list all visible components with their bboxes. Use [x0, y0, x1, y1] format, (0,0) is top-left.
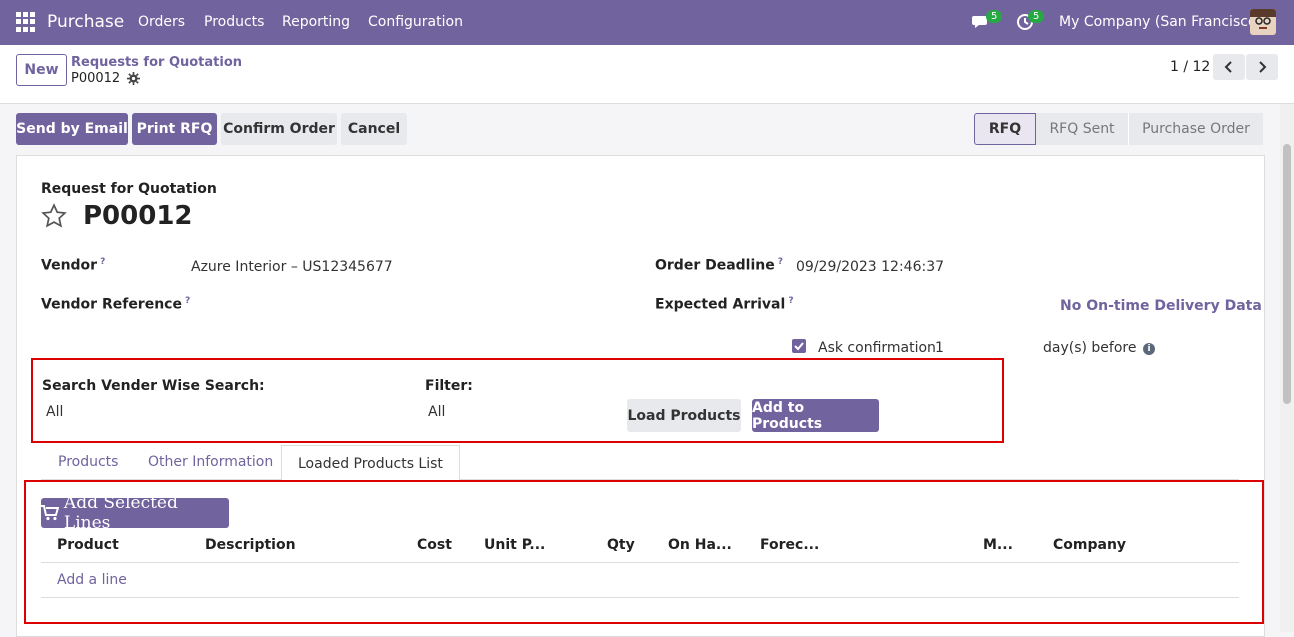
- menu-products[interactable]: Products: [204, 14, 264, 30]
- menu-reporting[interactable]: Reporting: [282, 14, 350, 30]
- cart-icon: [41, 505, 59, 521]
- tab-products[interactable]: Products: [58, 445, 118, 479]
- send-by-email-button[interactable]: Send by Email: [16, 113, 128, 145]
- print-rfq-button[interactable]: Print RFQ: [132, 113, 217, 145]
- status-rfq[interactable]: RFQ: [974, 113, 1036, 145]
- control-panel: New Requests for Quotation P00012 1 / 12: [0, 45, 1294, 104]
- status-purchase-order[interactable]: Purchase Order: [1128, 113, 1263, 145]
- search-vendor-select[interactable]: All: [46, 404, 63, 420]
- tab-loaded-products-list[interactable]: Loaded Products List: [281, 445, 460, 482]
- order-deadline-field[interactable]: 09/29/2023 12:46:37: [796, 259, 944, 275]
- vendor-label: Vendor?: [41, 257, 106, 274]
- page-scrollbar[interactable]: [1280, 104, 1294, 632]
- cancel-button[interactable]: Cancel: [341, 113, 407, 145]
- column-description[interactable]: Description: [189, 528, 401, 563]
- activity-badge: 5: [1028, 10, 1045, 23]
- chat-badge: 5: [986, 10, 1003, 23]
- new-button[interactable]: New: [16, 54, 67, 86]
- column-forecast[interactable]: Forec...: [744, 528, 967, 563]
- column-company[interactable]: Company: [1037, 528, 1239, 563]
- confirm-order-button[interactable]: Confirm Order: [221, 113, 337, 145]
- tab-other-information[interactable]: Other Information: [148, 445, 273, 479]
- table-header-row: Product Description Cost Unit P... Qty O…: [41, 528, 1239, 563]
- filter-label: Filter:: [425, 378, 473, 394]
- load-products-button[interactable]: Load Products: [627, 399, 741, 432]
- apps-menu-icon[interactable]: [16, 12, 36, 32]
- record-title: P00012: [83, 201, 193, 231]
- ask-confirmation-checkbox[interactable]: [792, 339, 806, 353]
- gear-icon[interactable]: [127, 72, 140, 89]
- pager-next-button[interactable]: [1246, 54, 1278, 80]
- days-before-label: day(s) before: [1043, 340, 1137, 356]
- table-row: Add a line: [41, 562, 1239, 598]
- status-rfq-sent[interactable]: RFQ Sent: [1036, 113, 1128, 145]
- order-deadline-label: Order Deadline?: [655, 257, 783, 274]
- column-on-hand[interactable]: On Ha...: [652, 528, 744, 563]
- column-product[interactable]: Product: [41, 528, 189, 563]
- breadcrumb-parent[interactable]: Requests for Quotation: [71, 55, 242, 70]
- column-m[interactable]: M...: [967, 528, 1037, 563]
- company-switcher[interactable]: My Company (San Francisco): [1059, 14, 1262, 30]
- ask-confirmation-days[interactable]: 1: [935, 340, 944, 356]
- on-time-delivery-link[interactable]: No On-time Delivery Data: [1060, 298, 1262, 314]
- menu-orders[interactable]: Orders: [138, 14, 185, 30]
- filter-select[interactable]: All: [428, 404, 445, 420]
- loaded-products-table: Product Description Cost Unit P... Qty O…: [41, 528, 1239, 598]
- search-vendor-label: Search Vender Wise Search:: [42, 378, 265, 394]
- user-avatar[interactable]: [1250, 9, 1276, 35]
- column-cost[interactable]: Cost: [401, 528, 468, 563]
- form-subtitle: Request for Quotation: [41, 181, 217, 197]
- pager-value[interactable]: 1 / 12: [1170, 59, 1210, 75]
- add-selected-lines-button[interactable]: Add Selected Lines: [41, 493, 229, 533]
- ask-confirmation-label: Ask confirmation: [818, 340, 936, 356]
- column-qty[interactable]: Qty: [591, 528, 652, 563]
- add-to-products-button[interactable]: Add to Products: [752, 399, 879, 432]
- add-a-line-link[interactable]: Add a line: [41, 562, 1239, 598]
- chevron-left-icon: [1224, 61, 1232, 73]
- menu-configuration[interactable]: Configuration: [368, 14, 463, 30]
- info-icon[interactable]: i: [1143, 343, 1155, 355]
- add-selected-lines-label: Add Selected Lines: [63, 493, 178, 533]
- vendor-reference-label: Vendor Reference?: [41, 296, 191, 313]
- pager-previous-button[interactable]: [1213, 54, 1245, 80]
- breadcrumb-current: P00012: [71, 71, 121, 86]
- app-name[interactable]: Purchase: [47, 12, 124, 32]
- top-navbar: Purchase Orders Products Reporting Confi…: [0, 0, 1294, 45]
- expected-arrival-label: Expected Arrival?: [655, 296, 794, 313]
- column-unit-price[interactable]: Unit P...: [468, 528, 591, 563]
- vendor-field[interactable]: Azure Interior – US12345677: [191, 259, 393, 275]
- checkmark-icon: [794, 342, 804, 351]
- favorite-star-icon[interactable]: [41, 203, 67, 233]
- chevron-right-icon: [1259, 61, 1267, 73]
